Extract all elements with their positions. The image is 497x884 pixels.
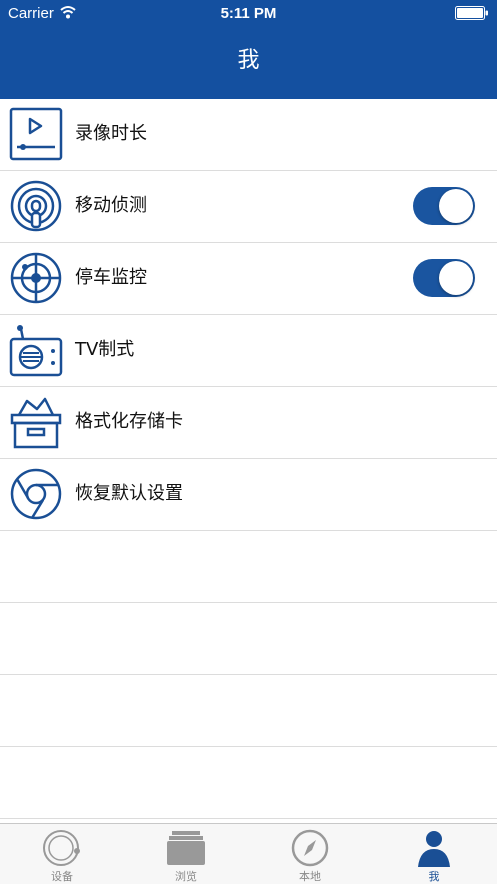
settings-item-label: 恢复默认设置 <box>75 483 183 504</box>
tab-browse[interactable]: 浏览 <box>124 824 248 884</box>
parking-monitor-toggle[interactable] <box>413 259 475 297</box>
page-title: 我 <box>237 48 260 73</box>
tab-label: 设备 <box>51 870 73 883</box>
settings-item-tv-format[interactable]: TV制式 <box>0 315 497 387</box>
empty-row <box>0 603 497 675</box>
settings-item-label: 停车监控 <box>75 267 147 288</box>
status-bar: Carrier 5:11 PM <box>0 0 497 26</box>
motion-sensor-icon <box>10 180 62 232</box>
browse-icon <box>167 831 205 865</box>
tab-me[interactable]: 我 <box>372 824 496 884</box>
settings-item-parking-monitor[interactable]: 停车监控 <box>0 243 497 315</box>
settings-item-format-sd-card[interactable]: 格式化存储卡 <box>0 387 497 459</box>
nav-header: Carrier 5:11 PM 我 <box>0 0 497 99</box>
radar-icon <box>10 252 62 304</box>
device-icon <box>43 830 80 866</box>
settings-item-restore-defaults[interactable]: 恢复默认设置 <box>0 459 497 531</box>
empty-row <box>0 531 497 603</box>
chrome-reset-icon <box>10 468 62 520</box>
settings-item-label: 格式化存储卡 <box>75 411 183 432</box>
tab-label: 本地 <box>299 870 321 883</box>
tab-bar: 设备 浏览 本地 我 <box>0 823 497 884</box>
settings-item-label: 移动侦测 <box>75 195 147 216</box>
person-icon <box>418 831 450 867</box>
storage-box-icon <box>10 397 62 449</box>
empty-row <box>0 675 497 747</box>
empty-row <box>0 747 497 819</box>
settings-item-motion-detection[interactable]: 移动侦测 <box>0 171 497 243</box>
video-icon <box>9 107 63 161</box>
status-time: 5:11 PM <box>220 5 277 22</box>
settings-item-recording-duration[interactable]: 录像时长 <box>0 99 497 171</box>
toggle-knob <box>439 189 473 223</box>
tab-local[interactable]: 本地 <box>248 824 372 884</box>
compass-icon <box>291 829 329 867</box>
tab-label: 浏览 <box>175 870 197 883</box>
settings-item-label: TV制式 <box>75 339 135 360</box>
toggle-knob <box>439 261 473 295</box>
battery-icon <box>455 6 488 20</box>
settings-list: 录像时长 移动侦测 停车监控 TV制式 格式化存储卡 恢复默认设置 <box>0 99 497 531</box>
tv-radio-icon <box>9 325 63 377</box>
motion-detection-toggle[interactable] <box>413 187 475 225</box>
settings-item-label: 录像时长 <box>75 123 147 144</box>
tab-device[interactable]: 设备 <box>0 824 124 884</box>
tab-label: 我 <box>428 870 440 883</box>
